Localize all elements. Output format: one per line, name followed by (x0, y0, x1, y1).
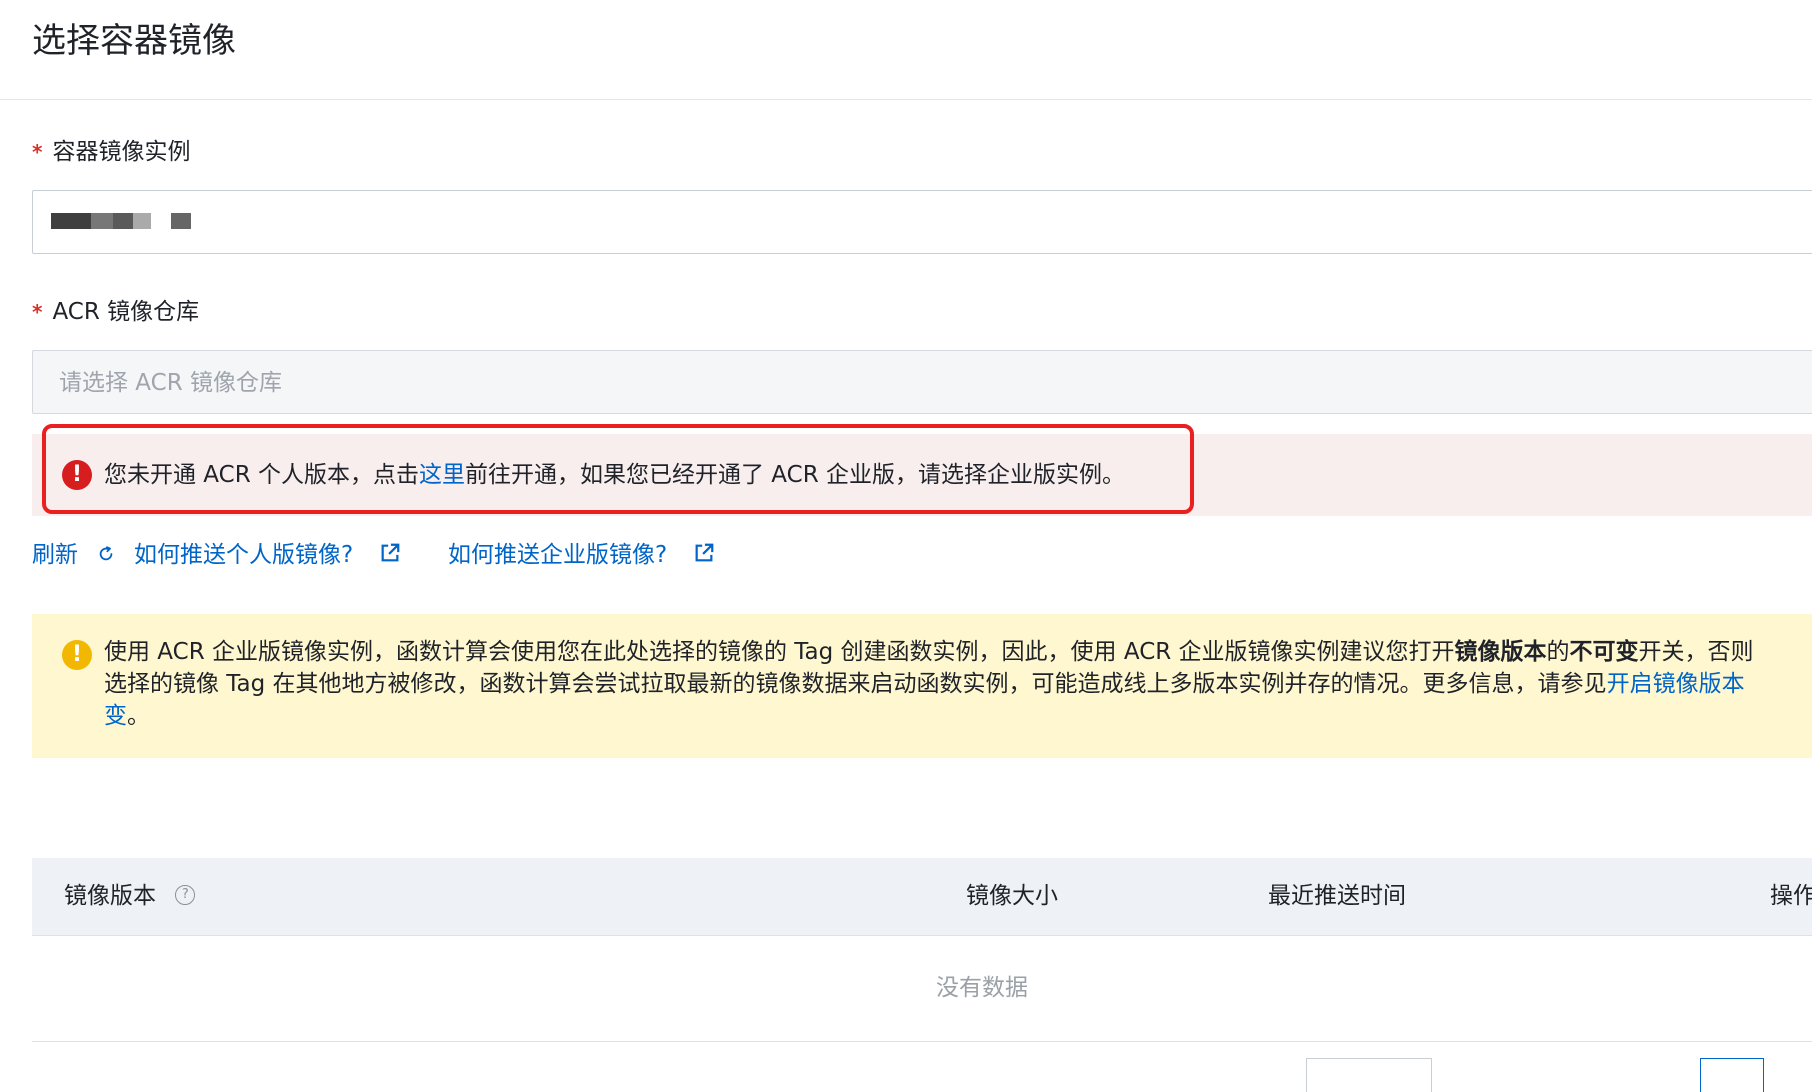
personal-push-guide-link[interactable]: 如何推送个人版镜像? (134, 537, 401, 573)
external-link-icon (695, 543, 713, 562)
warning-line-2: 选择的镜像 Tag 在其他地方被修改，函数计算会尝试拉取最新的镜像数据来启动函数… (104, 668, 1745, 700)
repository-placeholder: 请选择 ACR 镜像仓库 (59, 370, 282, 396)
error-message: 您未开通 ACR 个人版本，点击这里前往开通，如果您已经开通了 ACR 企业版，… (104, 458, 1125, 492)
page-header: 选择容器镜像 (0, 0, 1812, 100)
instance-select[interactable] (32, 190, 1812, 254)
empty-state-text: 没有数据 (936, 975, 1028, 1001)
page-title: 选择容器镜像 (32, 21, 236, 61)
error-message-before: 您未开通 ACR 个人版本，点击 (104, 462, 419, 488)
error-message-after: 前往开通，如果您已经开通了 ACR 企业版，请选择企业版实例。 (465, 462, 1125, 488)
warning-line-1: 使用 ACR 企业版镜像实例，函数计算会使用您在此处选择的镜像的 Tag 创建函… (104, 636, 1754, 668)
pagination-page-button[interactable] (1700, 1058, 1764, 1092)
immutable-strong: 不可变 (1569, 639, 1639, 665)
warning-line-1-text: 使用 ACR 企业版镜像实例，函数计算会使用您在此处选择的镜像的 Tag 创建函… (104, 639, 1455, 665)
image-version-strong: 镜像版本 (1454, 639, 1547, 665)
required-mark: * (32, 140, 43, 164)
enterprise-push-label: 如何推送企业版镜像? (448, 542, 668, 568)
error-icon: ! (62, 460, 92, 490)
instance-label-text: 容器镜像实例 (52, 139, 191, 165)
column-last-push-time: 最近推送时间 (1268, 883, 1406, 909)
repository-select[interactable]: 请选择 ACR 镜像仓库 (32, 350, 1812, 414)
repository-label-text: ACR 镜像仓库 (52, 299, 200, 325)
warning-icon: ! (62, 640, 92, 670)
repository-label: * ACR 镜像仓库 (32, 296, 199, 328)
warning-line-1-middle: 的 (1546, 639, 1570, 665)
enable-image-version-link[interactable]: 开启镜像版本 (1607, 671, 1745, 697)
column-image-size: 镜像大小 (966, 883, 1058, 909)
warning-line-2-text: 选择的镜像 Tag 在其他地方被修改，函数计算会尝试拉取最新的镜像数据来启动函数… (104, 671, 1607, 697)
image-table-header: 镜像版本 ? 镜像大小 最近推送时间 操作 (32, 858, 1812, 936)
instance-label: * 容器镜像实例 (32, 136, 190, 168)
column-image-version-label: 镜像版本 (64, 883, 156, 909)
enterprise-push-guide-link[interactable]: 如何推送企业版镜像? (448, 537, 715, 573)
warning-line-1-end: 开关，否则 (1638, 639, 1754, 665)
refresh-label: 刷新 (32, 542, 78, 568)
refresh-icon (100, 545, 113, 560)
required-mark: * (32, 300, 43, 324)
personal-push-label: 如何推送个人版镜像? (134, 542, 354, 568)
activate-link[interactable]: 这里 (419, 462, 465, 488)
empty-table-row: 没有数据 (32, 936, 1812, 1042)
masked-instance-value (51, 213, 191, 229)
column-actions: 操作 (1770, 883, 1812, 909)
enable-image-version-link-continued[interactable]: 变 (104, 703, 127, 729)
refresh-button[interactable]: 刷新 (32, 537, 115, 573)
warning-line-3: 变。 (104, 700, 150, 732)
external-link-icon (381, 543, 399, 562)
pagination-size-select[interactable] (1306, 1058, 1432, 1092)
warning-line-3-end: 。 (127, 703, 150, 729)
column-image-version: 镜像版本 ? (64, 880, 196, 912)
question-mark-icon[interactable]: ? (175, 884, 196, 905)
